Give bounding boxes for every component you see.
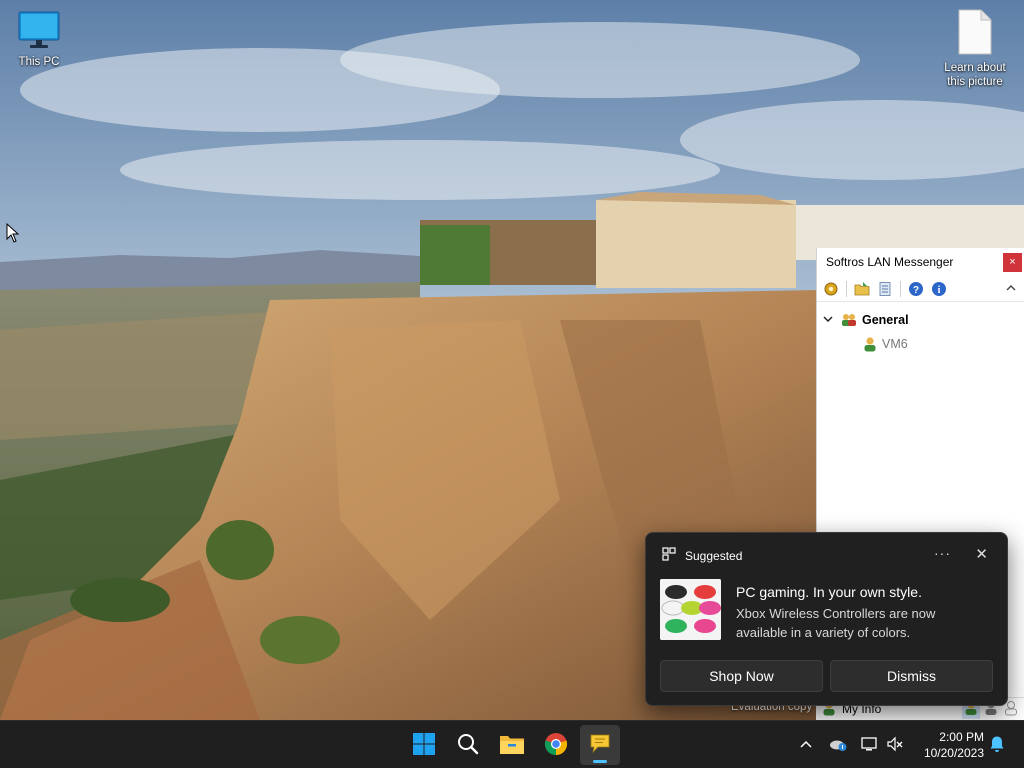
chevron-up-icon xyxy=(1006,285,1016,291)
mouse-cursor-icon xyxy=(6,222,20,246)
group-name: General xyxy=(862,313,909,327)
group-general[interactable]: General xyxy=(817,308,1024,332)
open-folder-icon[interactable] xyxy=(852,279,872,299)
chevron-up-icon xyxy=(799,738,813,752)
learn-about-picture-shortcut[interactable]: Learn about this picture xyxy=(937,8,1013,89)
chrome-icon xyxy=(544,732,568,759)
notification-more-button[interactable]: ··· xyxy=(934,545,951,561)
onedrive-icon xyxy=(828,736,848,755)
messenger-titlebar[interactable]: Softros LAN Messenger xyxy=(817,248,1024,276)
collapse-toolbar-button[interactable] xyxy=(1004,282,1018,296)
notification-header: Suggested xyxy=(662,547,742,564)
show-hidden-icons-button[interactable] xyxy=(796,735,816,755)
svg-text:?: ? xyxy=(913,285,919,296)
user-vm6[interactable]: VM6 xyxy=(817,332,1024,356)
messenger-toolbar: ? i xyxy=(817,276,1024,302)
group-users-icon xyxy=(841,313,857,327)
learn-about-picture-label: Learn about this picture xyxy=(944,62,1006,88)
network-icon xyxy=(860,736,878,755)
contact-tree: General VM6 xyxy=(817,302,1024,356)
start-button[interactable] xyxy=(404,725,444,765)
clock-date: 10/20/2023 xyxy=(923,746,984,760)
taskbar: 2:00 PM 10/20/2023 xyxy=(0,720,1024,768)
notification-toast: Suggested ··· ✕ PC gaming. In your own s… xyxy=(645,532,1008,706)
settings-gear-icon[interactable] xyxy=(821,279,841,299)
messenger-close-button[interactable]: × xyxy=(1003,253,1022,272)
messenger-title: Softros LAN Messenger xyxy=(826,255,954,269)
user-online-icon xyxy=(863,336,877,352)
file-explorer-icon xyxy=(499,733,525,758)
this-pc-shortcut[interactable]: This PC xyxy=(1,10,77,69)
info-icon[interactable]: i xyxy=(929,279,949,299)
monitor-icon xyxy=(1,10,77,53)
messenger-taskbar-button[interactable] xyxy=(580,725,620,765)
toolbar-separator xyxy=(900,280,901,297)
notification-close-button[interactable]: ✕ xyxy=(975,545,988,563)
notification-center-button[interactable] xyxy=(987,735,1007,755)
notification-title: PC gaming. In your own style. xyxy=(736,584,922,600)
file-explorer-button[interactable] xyxy=(492,725,532,765)
notification-body: Xbox Wireless Controllers are now availa… xyxy=(736,606,936,640)
suggested-app-icon xyxy=(662,547,676,564)
notification-app-name: Suggested xyxy=(685,548,743,563)
expand-arrow-icon[interactable] xyxy=(823,314,837,327)
shop-now-button[interactable]: Shop Now xyxy=(660,660,823,692)
this-pc-label: This PC xyxy=(18,56,60,68)
clock-time: 2:00 PM xyxy=(939,730,984,744)
start-icon xyxy=(412,732,436,759)
controllers-image xyxy=(660,579,721,640)
messenger-app-icon xyxy=(588,732,612,759)
onedrive-tray-button[interactable] xyxy=(828,735,848,755)
document-icon xyxy=(937,8,1013,59)
help-icon[interactable]: ? xyxy=(906,279,926,299)
svg-text:i: i xyxy=(938,285,941,296)
user-name: VM6 xyxy=(882,337,908,351)
volume-mute-icon xyxy=(886,736,904,755)
message-log-icon[interactable] xyxy=(875,279,895,299)
search-icon xyxy=(456,732,480,759)
notification-bell-icon xyxy=(989,735,1005,756)
search-button[interactable] xyxy=(448,725,488,765)
network-tray-button[interactable] xyxy=(859,735,879,755)
system-clock[interactable]: 2:00 PM 10/20/2023 xyxy=(912,729,984,761)
dismiss-button[interactable]: Dismiss xyxy=(830,660,993,692)
volume-tray-button[interactable] xyxy=(885,735,905,755)
toolbar-separator xyxy=(846,280,847,297)
chrome-button[interactable] xyxy=(536,725,576,765)
